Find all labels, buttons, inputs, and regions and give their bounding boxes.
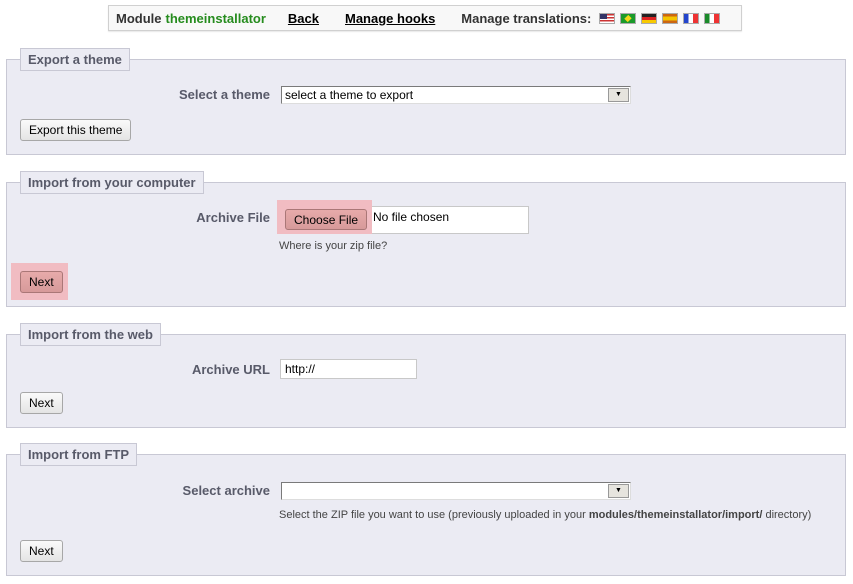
import-web-fieldset: Import from the web Archive URL http:// …: [6, 323, 846, 428]
manage-translations-label: Manage translations:: [461, 10, 592, 26]
archive-file-label: Archive File: [196, 210, 270, 225]
flag-fr-icon[interactable]: [683, 12, 700, 24]
archive-url-label: Archive URL: [191, 362, 270, 377]
manage-hooks-link[interactable]: Manage hooks: [345, 11, 435, 26]
select-archive-label: Select archive: [182, 483, 270, 498]
flag-it-icon[interactable]: [704, 12, 721, 24]
export-theme-fieldset: Export a theme Select a theme select a t…: [6, 48, 846, 155]
import-ftp-legend: Import from FTP: [20, 443, 138, 466]
export-theme-legend: Export a theme: [20, 48, 130, 71]
module-toolbar: Module themeinstallator Back Manage hook…: [108, 5, 742, 31]
ftp-hint-path: modules/themeinstallator/import/: [588, 509, 763, 521]
archive-url-input[interactable]: http://: [280, 359, 417, 379]
ftp-hint-prefix: Select the ZIP file you want to use (pre…: [279, 509, 589, 521]
dropdown-arrow-icon[interactable]: ▼: [608, 484, 629, 498]
back-link[interactable]: Back: [288, 11, 319, 26]
import-web-next-button[interactable]: Next: [20, 392, 63, 414]
import-computer-fieldset: Import from your computer Archive File C…: [6, 171, 846, 307]
flag-us-icon[interactable]: [599, 12, 616, 24]
flag-br-icon[interactable]: [620, 12, 637, 24]
module-name: themeinstallator: [165, 10, 266, 26]
import-ftp-fieldset: Import from FTP Select archive ▼ Select …: [6, 443, 846, 576]
dropdown-arrow-icon[interactable]: ▼: [608, 88, 629, 102]
module-prefix: Module: [116, 10, 162, 26]
import-computer-next-button[interactable]: Next: [20, 271, 63, 293]
theme-select[interactable]: select a theme to export ▼: [281, 86, 631, 104]
theme-select-value: select a theme to export: [285, 88, 414, 102]
ftp-hint: Select the ZIP file you want to use (pre…: [279, 509, 811, 521]
export-theme-button[interactable]: Export this theme: [20, 119, 132, 141]
ftp-hint-suffix: directory): [762, 509, 812, 521]
flag-es-icon[interactable]: [662, 12, 679, 24]
choose-file-button[interactable]: Choose File: [285, 209, 368, 230]
archive-select[interactable]: ▼: [281, 482, 631, 500]
select-theme-label: Select a theme: [178, 87, 270, 102]
import-computer-legend: Import from your computer: [20, 171, 204, 194]
import-ftp-next-button[interactable]: Next: [20, 540, 63, 562]
import-web-legend: Import from the web: [20, 323, 161, 346]
file-status: No file chosen: [373, 210, 450, 224]
language-flags: [599, 12, 721, 24]
zip-file-hint: Where is your zip file?: [279, 240, 388, 252]
flag-de-icon[interactable]: [641, 12, 658, 24]
